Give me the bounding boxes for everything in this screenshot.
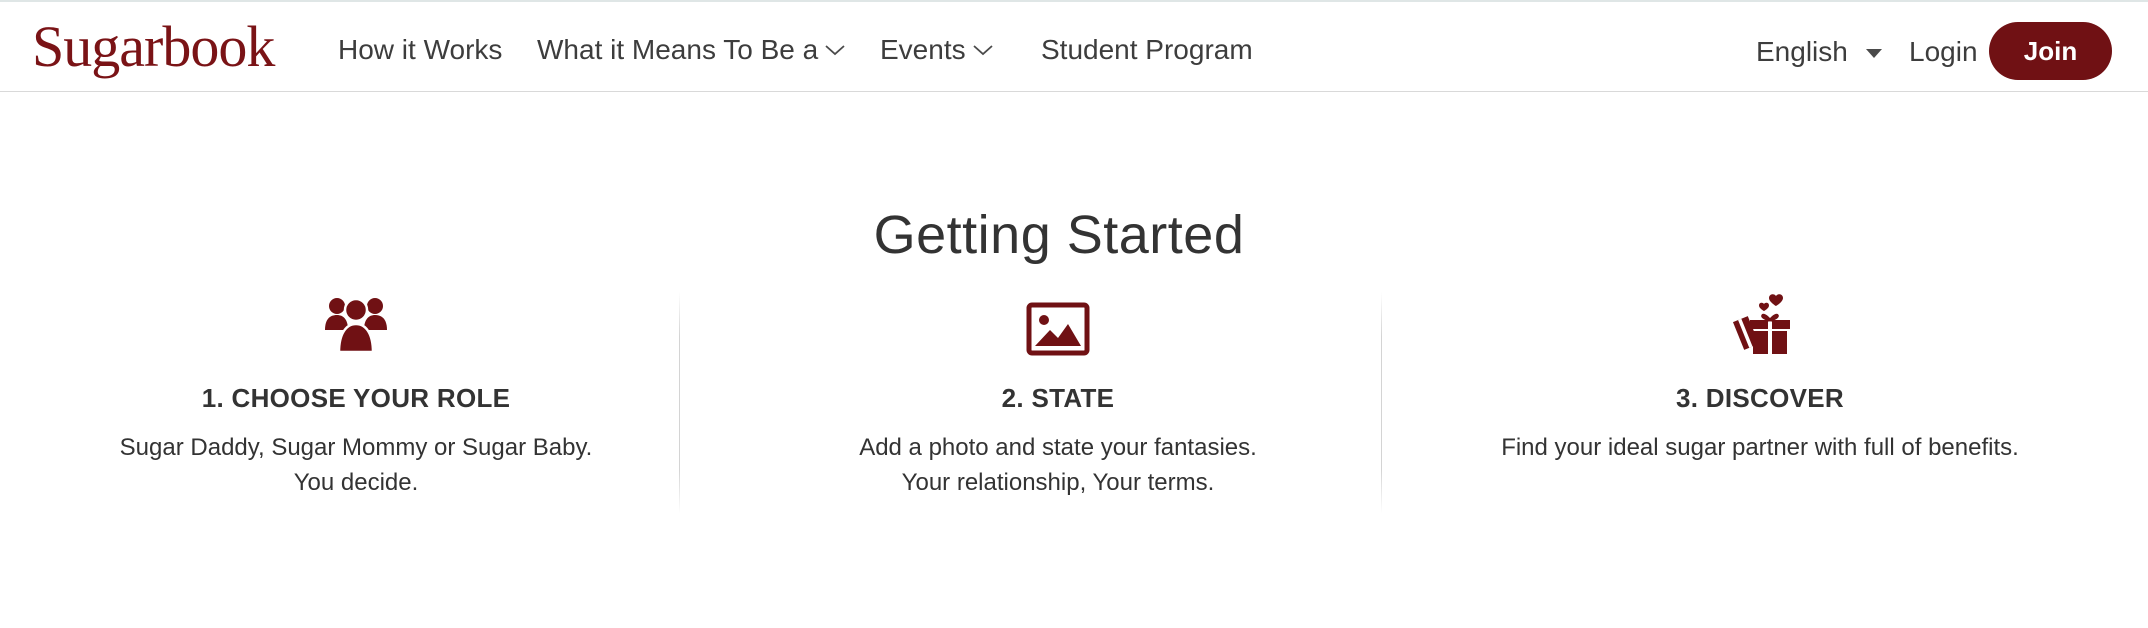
step-title: 2. STATE [1001, 383, 1115, 413]
users-icon [325, 297, 387, 354]
step-description-line: Find your ideal sugar partner with full … [1501, 434, 2019, 461]
nav-student-program-label: Student Program [1041, 34, 1253, 65]
chevron-down-icon [825, 45, 845, 56]
nav-what-it-means-label: What it Means To Be a [537, 34, 819, 65]
step-description-line: Sugar Daddy, Sugar Mommy or Sugar Baby. [119, 434, 593, 461]
step-description-line: Your relationship, Your terms. [901, 469, 1215, 496]
gift-hearts-icon [1732, 294, 1790, 354]
nav-events-label: Events [880, 34, 966, 65]
nav-what-it-means-dropdown[interactable]: What it Means To Be a [537, 30, 846, 70]
language-label: English [1756, 36, 1848, 67]
nav-how-it-works-label: How it Works [338, 34, 503, 65]
join-button[interactable]: Join [1989, 22, 2112, 80]
chevron-down-icon [973, 45, 993, 56]
step-description: Sugar Daddy, Sugar Mommy or Sugar Baby. … [6, 430, 706, 500]
step-discover: 3. DISCOVER Find your ideal sugar partne… [1410, 290, 2110, 465]
caret-down-icon [1865, 48, 1882, 58]
nav-student-program[interactable]: Student Program [1041, 30, 1253, 70]
site-header: Sugarbook How it Works What it Means To … [0, 2, 2148, 92]
section-title: Getting Started [873, 205, 1245, 265]
step-description: Add a photo and state your fantasies. Yo… [708, 430, 1408, 500]
image-icon [1026, 302, 1090, 356]
login-link[interactable]: Login [1909, 32, 1978, 72]
step-description: Find your ideal sugar partner with full … [1410, 430, 2110, 465]
language-selector[interactable]: English [1756, 32, 1882, 72]
sugarbook-logo[interactable]: Sugarbook [32, 14, 275, 80]
step-title: 1. CHOOSE YOUR ROLE [201, 383, 511, 413]
step-title: 3. DISCOVER [1675, 383, 1844, 413]
step-description-line: Add a photo and state your fantasies. [859, 434, 1257, 461]
step-choose-role: 1. CHOOSE YOUR ROLE Sugar Daddy, Sugar M… [6, 290, 706, 500]
step-state: 2. STATE Add a photo and state your fant… [708, 290, 1408, 500]
nav-events-dropdown[interactable]: Events [880, 30, 994, 70]
step-description-line: You decide. [293, 469, 419, 496]
nav-how-it-works[interactable]: How it Works [338, 30, 502, 70]
